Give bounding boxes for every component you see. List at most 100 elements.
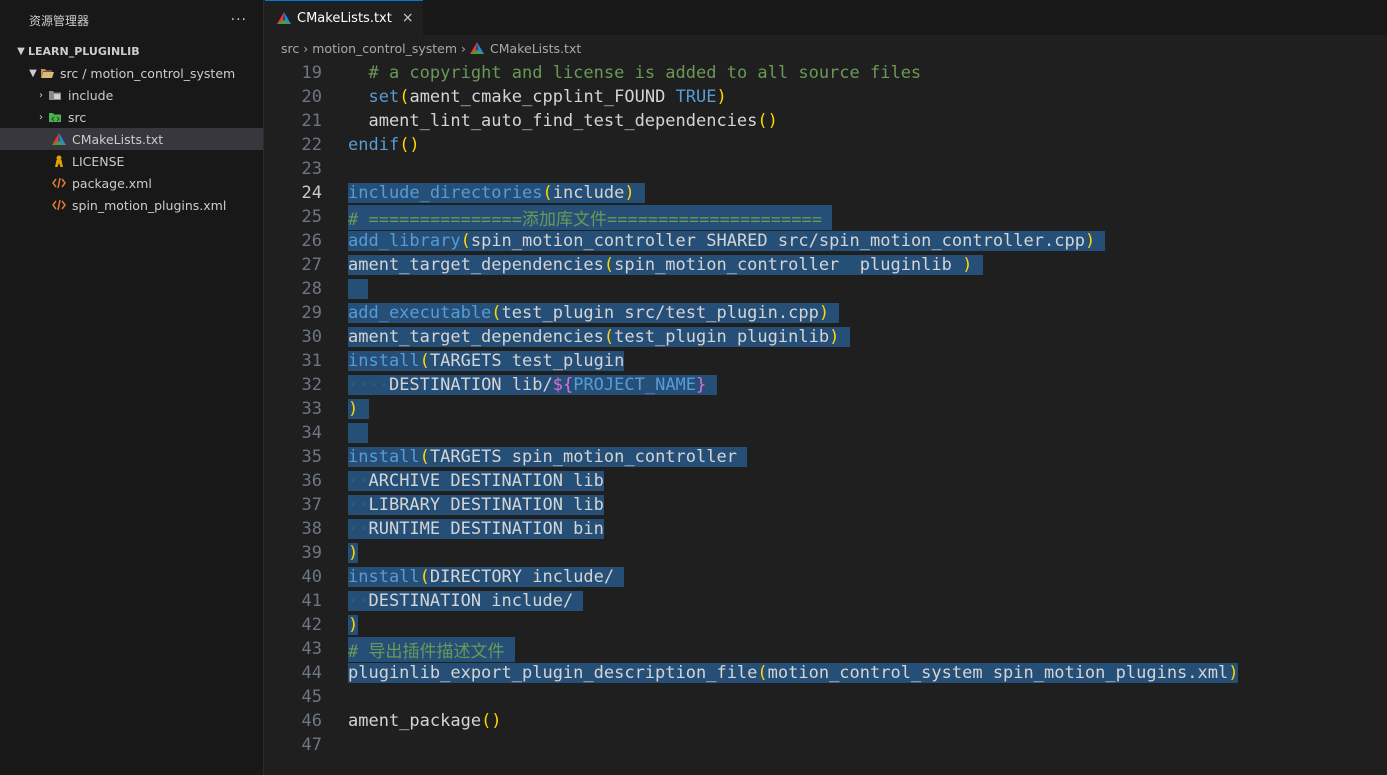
code-line[interactable]: 46 ament_package() <box>265 709 1387 733</box>
code-line[interactable]: 27 ament_target_dependencies(spin_motion_… <box>265 253 1387 277</box>
code-token: ) <box>716 87 727 107</box>
code-token: ament_package <box>348 711 482 731</box>
line-text: # a copyright and license is added to al… <box>348 63 921 83</box>
line-text: install(DIRECTORY include/ <box>348 567 625 587</box>
code-token: # ===============添加库文件==================… <box>348 209 822 230</box>
code-token: () <box>757 111 778 131</box>
line-text: ament_target_dependencies(test_plugin pl… <box>348 327 850 347</box>
tree-item-label: package.xml <box>72 175 152 191</box>
tree-item-package-xml[interactable]: package.xml <box>0 172 263 194</box>
code-token: ( <box>757 663 768 683</box>
code-token: ···· <box>348 375 389 395</box>
line-number: 41 <box>301 591 322 611</box>
line-number: 47 <box>301 735 322 755</box>
code-token: pluginlib_export_plugin_description_file <box>348 663 758 683</box>
code-line[interactable]: 24 include_directories(include) <box>265 181 1387 205</box>
code-line[interactable]: 47 <box>265 733 1387 757</box>
line-text: # ===============添加库文件==================… <box>348 204 833 230</box>
code-token: test_plugin src/test_plugin.cpp <box>501 303 819 323</box>
code-token: ) <box>1228 663 1239 683</box>
code-line[interactable]: 31 install(TARGETS test_plugin <box>265 349 1387 373</box>
tree-item-src[interactable]: › src <box>0 106 263 128</box>
tab-cmakelists[interactable]: CMakeLists.txt × <box>265 0 423 35</box>
line-number: 24 <box>301 183 322 203</box>
code-line[interactable]: 35 install(TARGETS spin_motion_controller <box>265 445 1387 469</box>
line-text: ) <box>348 543 359 563</box>
code-token: ·· <box>348 591 369 611</box>
line-number: 29 <box>301 303 322 323</box>
code-line[interactable]: 44 pluginlib_export_plugin_description_fi… <box>265 661 1387 685</box>
code-token: TARGETS test_plugin <box>429 351 625 371</box>
code-line[interactable]: 43 # 导出插件描述文件 <box>265 636 1387 662</box>
line-number: 26 <box>301 231 322 251</box>
code-line[interactable]: 22 endif() <box>265 133 1387 157</box>
code-line[interactable]: 34 <box>265 421 1387 445</box>
code-editor[interactable]: 19 # a copyright and license is added to… <box>265 61 1387 757</box>
license-icon <box>55 155 63 167</box>
code-token: spin_motion_controller SHARED src/spin_m… <box>470 231 1085 251</box>
code-line[interactable]: 42) <box>265 613 1387 637</box>
tree-item-cmakelists[interactable]: CMakeLists.txt <box>0 128 263 150</box>
code-line[interactable]: 32 ····DESTINATION lib/${PROJECT_NAME} <box>265 373 1387 397</box>
line-number: 23 <box>301 159 322 179</box>
code-token: ( <box>419 447 430 467</box>
code-token: spin_motion_controller pluginlib <box>614 255 963 275</box>
line-number: 20 <box>301 87 322 107</box>
code-line[interactable]: 41 ··DESTINATION include/ <box>265 589 1387 613</box>
code-line[interactable]: 33) <box>265 397 1387 421</box>
folder-open-icon <box>41 69 54 78</box>
more-actions-button[interactable]: ··· <box>231 12 247 28</box>
code-line[interactable]: 23 <box>265 157 1387 181</box>
code-token: set <box>368 87 400 107</box>
code-token: ament_cmake_cpplint_FOUND <box>409 87 676 107</box>
code-line[interactable]: 40 install(DIRECTORY include/ <box>265 565 1387 589</box>
code-token: TARGETS spin_motion_controller <box>429 447 748 467</box>
xml-icon <box>52 199 66 211</box>
code-line[interactable]: 45 <box>265 685 1387 709</box>
code-token: ) <box>829 327 840 347</box>
code-line[interactable]: 21 ament_lint_auto_find_test_dependencie… <box>265 109 1387 133</box>
code-token: () <box>399 135 420 155</box>
tree-item-include[interactable]: › include <box>0 84 263 106</box>
breadcrumb-motion-control-system[interactable]: motion_control_system <box>312 41 457 56</box>
code-line[interactable]: 36 ··ARCHIVE DESTINATION lib <box>265 469 1387 493</box>
code-line[interactable]: 30 ament_target_dependencies(test_plugin … <box>265 325 1387 349</box>
line-text: add_executable(test_plugin src/test_plug… <box>348 303 840 323</box>
code-token: ament_lint_auto_find_test_dependencies <box>348 111 758 131</box>
line-number: 45 <box>301 687 322 707</box>
code-line[interactable]: 38 ··RUNTIME DESTINATION bin <box>265 517 1387 541</box>
line-text <box>348 423 369 443</box>
line-number: 44 <box>301 663 322 683</box>
tree-item-label: src <box>68 109 87 125</box>
tree-item-spin-motion-plugins-xml[interactable]: spin_motion_plugins.xml <box>0 194 263 216</box>
line-text: ) <box>348 399 369 419</box>
breadcrumb-cmakelists[interactable]: CMakeLists.txt <box>490 41 581 56</box>
breadcrumb-src[interactable]: src <box>281 41 299 56</box>
code-line[interactable]: 37 ··LIBRARY DESTINATION lib <box>265 493 1387 517</box>
code-line[interactable]: 20 set(ament_cmake_cpplint_FOUND TRUE) <box>265 85 1387 109</box>
tree-item-license[interactable]: LICENSE <box>0 150 263 172</box>
tree-item-label: src / motion_control_system <box>60 65 236 81</box>
code-line[interactable]: 29 add_executable(test_plugin src/test_pl… <box>265 301 1387 325</box>
workspace-root[interactable]: ▼ LEARN_PLUGINLIB <box>0 40 263 62</box>
line-text: install(TARGETS spin_motion_controller <box>348 447 748 467</box>
tree-item-label: CMakeLists.txt <box>72 131 164 147</box>
code-line[interactable]: 26 add_library(spin_motion_controller SHA… <box>265 229 1387 253</box>
code-line[interactable]: 19 # a copyright and license is added to… <box>265 61 1387 85</box>
code-line[interactable]: 25 # ===============添加库文件================… <box>265 204 1387 230</box>
close-icon[interactable]: × <box>402 10 414 26</box>
folder-src-icon <box>49 113 61 122</box>
explorer-header: 资源管理器 ··· <box>0 0 263 40</box>
line-text: ··ARCHIVE DESTINATION lib <box>348 471 604 491</box>
line-text: ament_package() <box>348 711 502 731</box>
tree-item-motion-control-system[interactable]: ▼ src / motion_control_system <box>0 62 263 84</box>
code-line[interactable]: 28 <box>265 277 1387 301</box>
code-line[interactable]: 39) <box>265 541 1387 565</box>
